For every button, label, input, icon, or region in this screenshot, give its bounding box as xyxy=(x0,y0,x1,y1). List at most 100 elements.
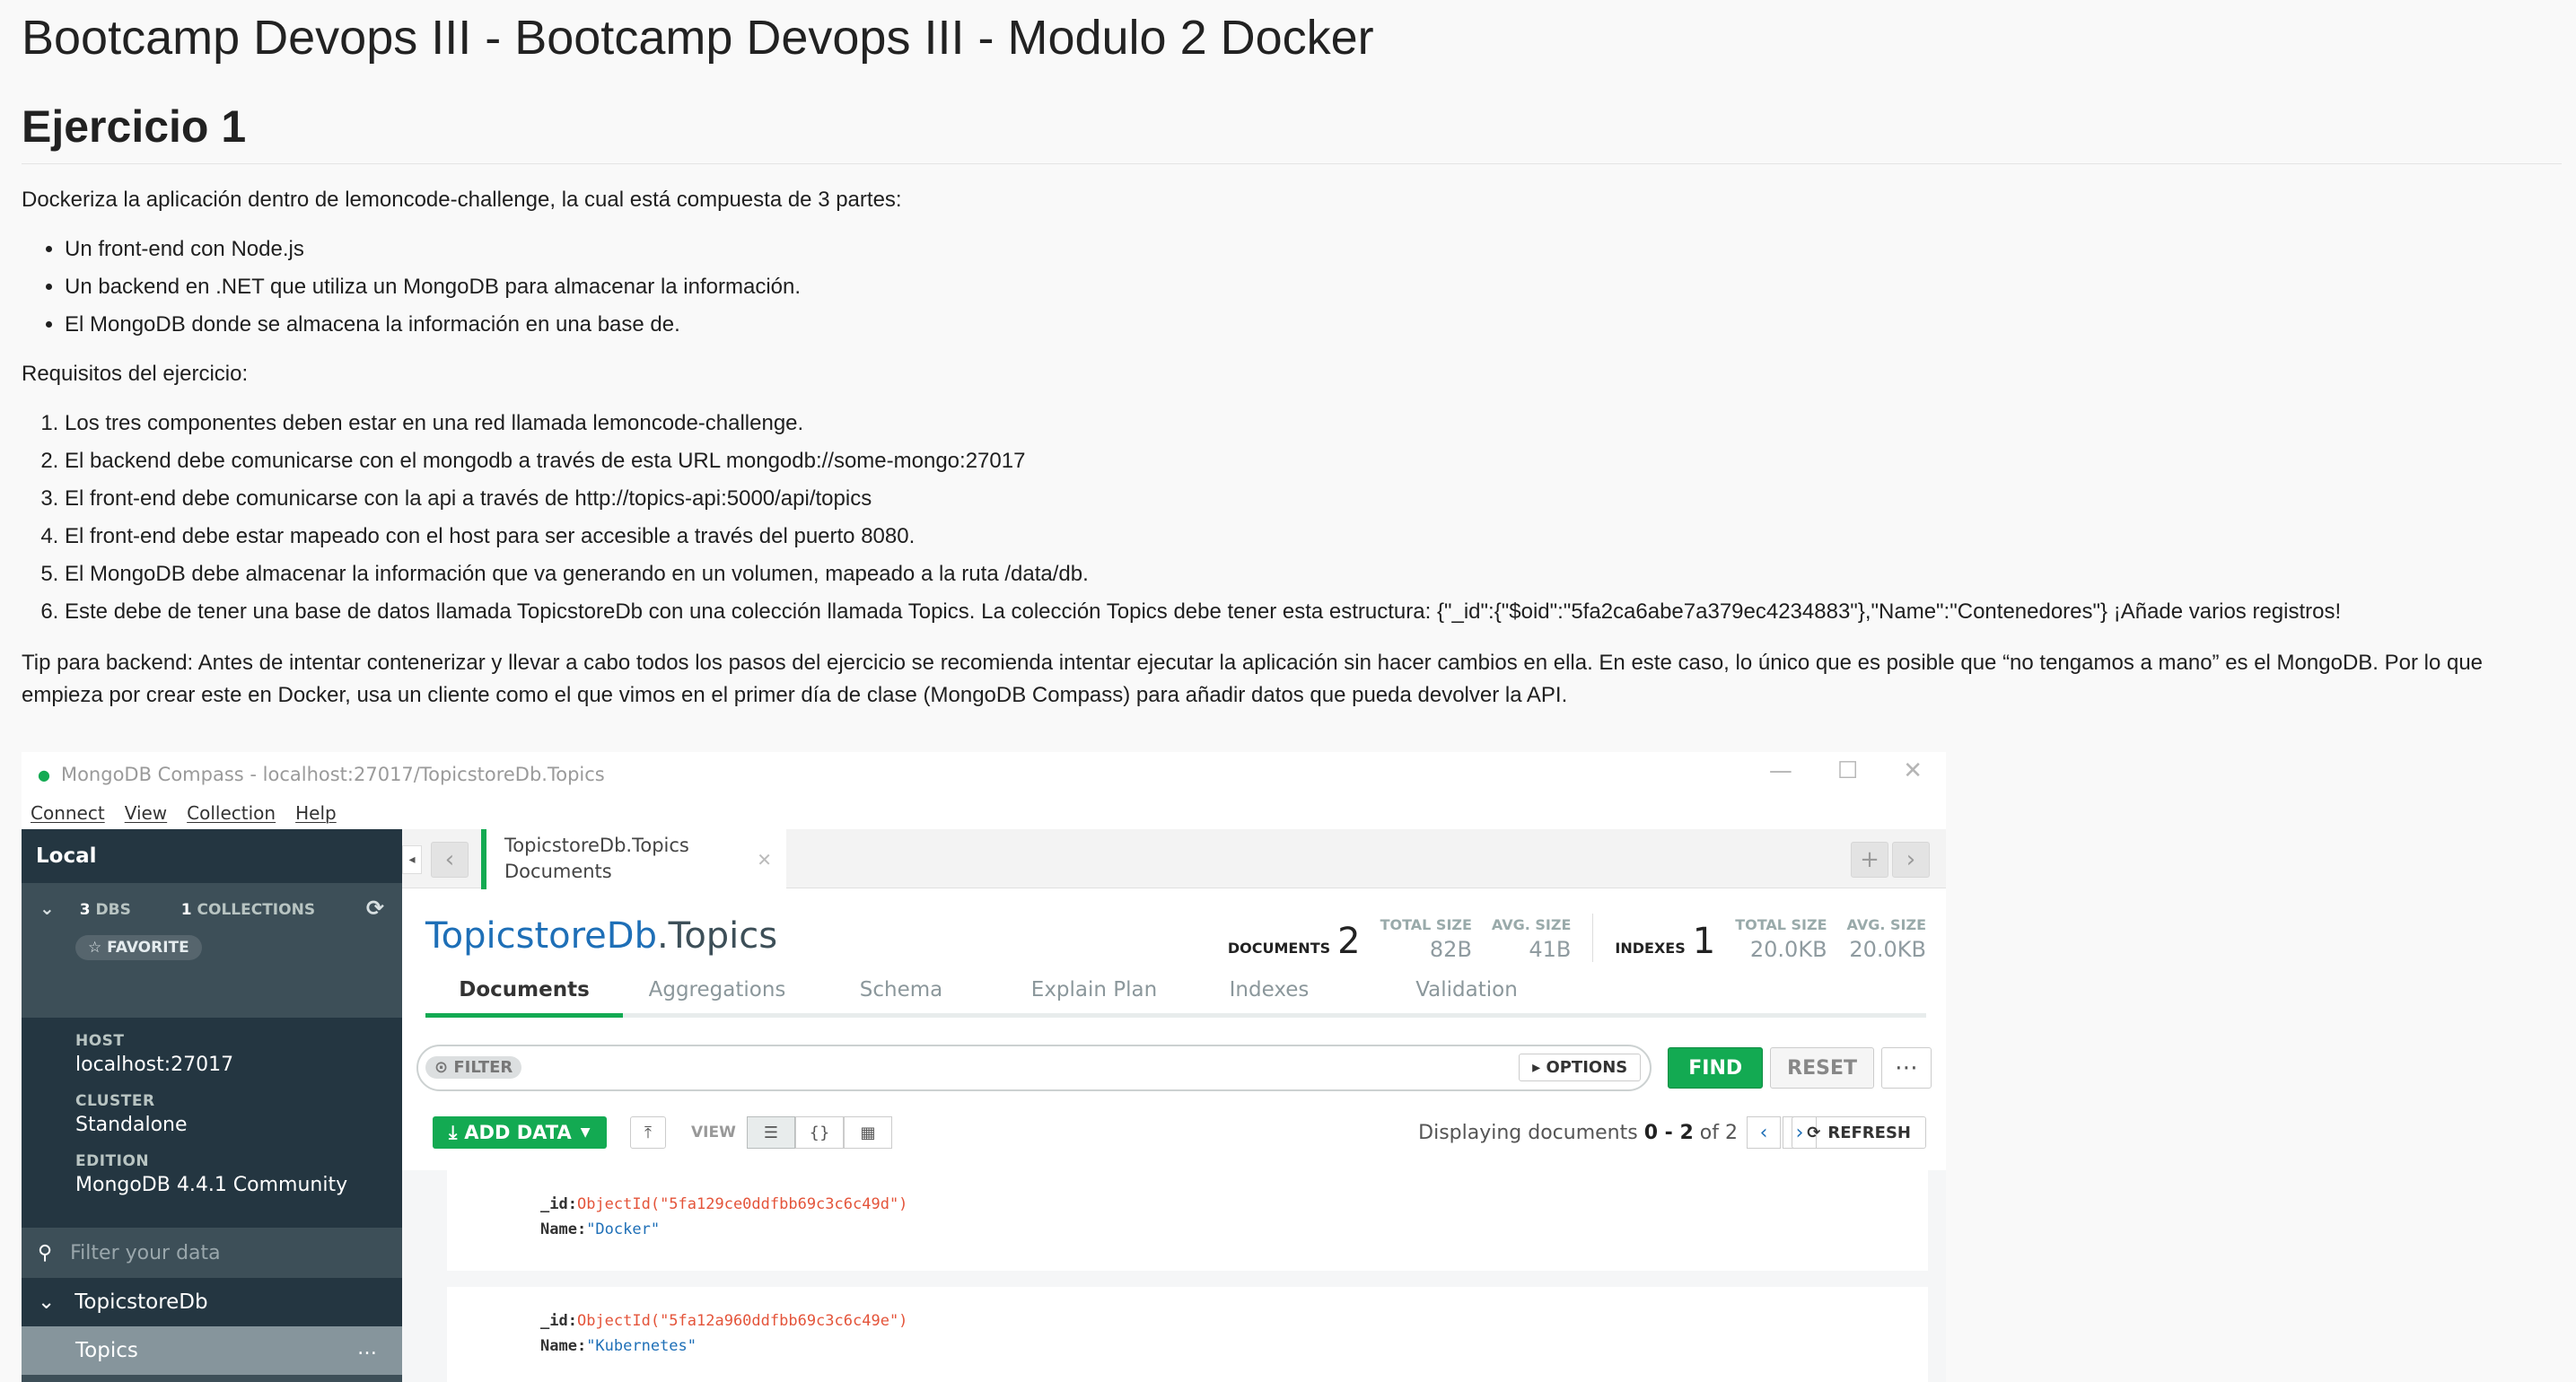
window-controls: — ☐ ✕ xyxy=(1769,757,1923,784)
compass-screenshot: ● MongoDB Compass - localhost:27017/Topi… xyxy=(22,752,1946,1382)
connection-name: Local xyxy=(22,829,402,883)
braces-icon: {} xyxy=(809,1123,830,1142)
host-label: HOST xyxy=(75,1032,125,1050)
total-size-label: TOTAL SIZE xyxy=(1380,916,1472,933)
requirements-label: Requisitos del ejercicio: xyxy=(22,362,249,386)
reset-button[interactable]: RESET xyxy=(1770,1047,1874,1089)
tab-aggregations[interactable]: Aggregations xyxy=(641,978,793,1002)
total-size-stat: TOTAL SIZE 82B xyxy=(1380,916,1472,962)
field-value: "Docker" xyxy=(586,1220,661,1238)
sidebar-item-topics[interactable]: Topics … xyxy=(22,1326,402,1375)
prev-page-button[interactable]: ‹ xyxy=(1747,1116,1781,1149)
minimize-icon[interactable]: — xyxy=(1769,757,1792,784)
requirements-list: Los tres componentes deben estar en una … xyxy=(65,405,2562,631)
collection-subtabs: Documents Aggregations Schema Explain Pl… xyxy=(425,978,1926,1018)
menu-help[interactable]: Help xyxy=(295,802,337,824)
tab-documents[interactable]: Documents xyxy=(425,978,623,1002)
json-view-button[interactable]: {} xyxy=(795,1116,844,1149)
parts-list: Un front-end con Node.js Un backend en .… xyxy=(65,231,2562,344)
chevron-down-icon: ⌄ xyxy=(38,1290,56,1314)
avg-size-value: 41B xyxy=(1529,937,1572,962)
more-options-button[interactable]: ⋯ xyxy=(1881,1047,1932,1089)
list-item: Este debe de tener una base de datos lla… xyxy=(65,593,2562,631)
index-total-size-label: TOTAL SIZE xyxy=(1735,916,1827,933)
total-size-value: 82B xyxy=(1429,937,1472,962)
documents-list: _id:ObjectId("5fa129ce0ddfbb69c3c6c49d")… xyxy=(402,1170,1946,1382)
field-key: Name: xyxy=(540,1337,587,1355)
collection-header: TopicstoreDb.Topics DOCUMENTS 2 TOTAL SI… xyxy=(402,888,1946,1018)
close-icon[interactable]: ✕ xyxy=(1903,757,1923,784)
db-link[interactable]: TopicstoreDb xyxy=(425,915,657,957)
dbs-label: DBS xyxy=(95,901,131,919)
favorite-button[interactable]: ☆ FAVORITE xyxy=(75,935,202,960)
table-view-button[interactable]: ▦ xyxy=(844,1116,892,1149)
maximize-icon[interactable]: ☐ xyxy=(1837,757,1858,784)
chevron-down-icon[interactable]: ⌄ xyxy=(39,897,55,919)
field-key: _id: xyxy=(540,1195,577,1213)
view-toggle: ☰ {} ▦ xyxy=(747,1116,892,1149)
filter-label: ⊙ FILTER xyxy=(425,1056,522,1079)
tab-bar: ◂ ‹ TopicstoreDb.Topics Documents ✕ + › xyxy=(402,829,1946,889)
tab-forward-button[interactable]: › xyxy=(1892,842,1930,878)
list-item: El front-end debe estar mapeado con el h… xyxy=(65,518,2562,555)
list-icon: ☰ xyxy=(763,1123,779,1142)
tab-topicstoredb-topics[interactable]: TopicstoreDb.Topics Documents ✕ xyxy=(481,829,786,889)
document-card[interactable]: _id:ObjectId("5fa12a960ddfbb69c3c6c49e")… xyxy=(447,1287,1928,1382)
tab-explain-plan[interactable]: Explain Plan xyxy=(1009,978,1179,1002)
upload-icon: ⤒ xyxy=(644,1123,652,1142)
list-view-button[interactable]: ☰ xyxy=(747,1116,795,1149)
list-item: El MongoDB donde se almacena la informac… xyxy=(65,306,2562,344)
indexes-stat: INDEXES 1 xyxy=(1615,921,1715,962)
sidebar-filter-input[interactable]: ⚲ Filter your data xyxy=(22,1228,402,1278)
close-icon[interactable]: ✕ xyxy=(757,847,772,873)
more-icon[interactable]: … xyxy=(357,1337,377,1360)
view-label: VIEW xyxy=(691,1124,736,1141)
filter-input[interactable]: ⊙ FILTER ▸ OPTIONS xyxy=(416,1045,1652,1091)
collection-title: TopicstoreDb.Topics xyxy=(425,915,777,957)
displaying-count: Displaying documents 0 - 2 of 2 xyxy=(1418,1122,1738,1144)
tab-title: TopicstoreDb.Topics xyxy=(504,835,689,856)
collection-name: Topics xyxy=(75,1339,138,1362)
sidebar-toggle-icon[interactable]: ◂ xyxy=(402,845,422,874)
menu-connect[interactable]: Connect xyxy=(31,802,105,824)
documents-stat: DOCUMENTS 2 xyxy=(1228,921,1361,962)
section-heading: Ejercicio 1 xyxy=(22,95,2562,164)
list-item: Un backend en .NET que utiliza un MongoD… xyxy=(65,268,2562,306)
tab-validation[interactable]: Validation xyxy=(1404,978,1529,1002)
cluster-value: Standalone xyxy=(75,1114,188,1136)
menu-view[interactable]: View xyxy=(125,802,167,824)
list-item: El front-end debe comunicarse con la api… xyxy=(65,480,2562,518)
window-title: MongoDB Compass - localhost:27017/Topics… xyxy=(60,764,605,785)
find-button[interactable]: FIND xyxy=(1668,1047,1764,1089)
documents-toolbar: ⤓ ADD DATA ▼ ⤒ VIEW ☰ {} ▦ Displaying docu… xyxy=(433,1115,1926,1150)
avg-size-label: AVG. SIZE xyxy=(1491,916,1572,933)
new-tab-button[interactable]: + xyxy=(1851,842,1888,878)
index-avg-size-stat: AVG. SIZE 20.0KB xyxy=(1847,916,1926,962)
field-value: "Kubernetes" xyxy=(586,1337,697,1355)
options-label: OPTIONS xyxy=(1546,1058,1628,1077)
table-icon: ▦ xyxy=(860,1123,876,1142)
collection-stats: DOCUMENTS 2 TOTAL SIZE 82B AVG. SIZE 41B… xyxy=(1228,914,1926,962)
tab-back-button[interactable]: ‹ xyxy=(431,842,469,878)
list-item: Los tres componentes deben estar en una … xyxy=(65,405,2562,442)
instance-stats: ⌄ 3 DBS 1 COLLECTIONS ⟳ ☆ FAVORITE xyxy=(22,883,402,1018)
divider xyxy=(1592,914,1594,962)
export-button[interactable]: ⤒ xyxy=(630,1116,666,1149)
displaying-total: of 2 xyxy=(1699,1122,1738,1144)
tab-schema[interactable]: Schema xyxy=(856,978,946,1002)
coll-name: .Topics xyxy=(656,915,778,957)
edition-value: MongoDB 4.4.1 Community xyxy=(75,1174,348,1196)
menu-collection[interactable]: Collection xyxy=(187,802,276,824)
refresh-button[interactable]: ⟳ REFRESH xyxy=(1792,1116,1926,1149)
list-item: El MongoDB debe almacenar la información… xyxy=(65,555,2562,593)
tab-indexes[interactable]: Indexes xyxy=(1215,978,1323,1002)
refresh-icon[interactable]: ⟳ xyxy=(366,896,384,921)
index-avg-size-label: AVG. SIZE xyxy=(1846,916,1926,933)
field-key: _id: xyxy=(540,1312,577,1330)
mongodb-leaf-icon: ● xyxy=(38,765,50,783)
document-card[interactable]: _id:ObjectId("5fa129ce0ddfbb69c3c6c49d")… xyxy=(447,1170,1928,1271)
sidebar-item-admin[interactable]: › admin xyxy=(22,1375,402,1382)
options-button[interactable]: ▸ OPTIONS xyxy=(1519,1054,1642,1081)
add-data-button[interactable]: ⤓ ADD DATA ▼ xyxy=(433,1116,607,1149)
sidebar-item-topicstoredb[interactable]: ⌄ TopicstoreDb xyxy=(22,1278,402,1326)
